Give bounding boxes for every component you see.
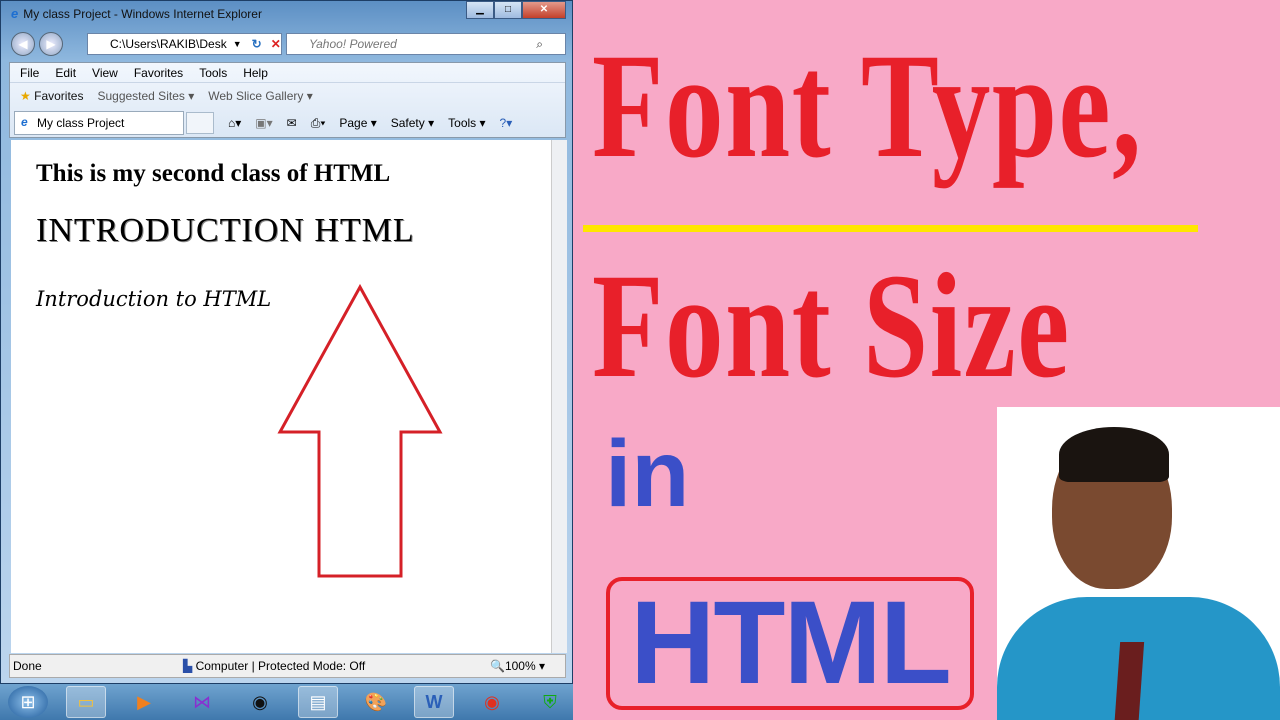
presenter-photo: [997, 407, 1280, 720]
menu-tools[interactable]: Tools: [199, 66, 227, 80]
menu-view[interactable]: View: [92, 66, 118, 80]
back-button[interactable]: ◀: [11, 32, 35, 56]
thumb-title-font-type: Font Type,: [592, 23, 1143, 189]
recorder-icon[interactable]: ◉: [472, 686, 512, 718]
web-slice-gallery[interactable]: Web Slice Gallery ▾: [208, 89, 313, 103]
menu-favorites[interactable]: Favorites: [134, 66, 183, 80]
close-button[interactable]: ✕: [522, 1, 566, 19]
ie-icon: e: [11, 6, 19, 21]
home-icon[interactable]: ⌂▾: [228, 116, 241, 130]
tab-label: My class Project: [37, 116, 125, 130]
browser-window: e My class Project - Windows Internet Exp…: [0, 0, 573, 684]
address-bar[interactable]: C:\Users\RAKIB\Desk ▼ ↻ ✕: [87, 33, 282, 55]
minimize-button[interactable]: ▁: [466, 1, 494, 19]
thumb-in: in: [605, 421, 690, 527]
search-placeholder: Yahoo! Powered: [309, 37, 397, 51]
print-icon[interactable]: ⎙▾: [311, 116, 326, 131]
media-player-icon[interactable]: ▶: [124, 686, 164, 718]
window-title: e My class Project - Windows Internet Exp…: [11, 6, 262, 21]
thumb-html: HTML: [630, 577, 952, 709]
safety-menu[interactable]: Safety ▾: [391, 116, 434, 130]
search-icon[interactable]: ⌕: [536, 34, 543, 54]
page-content: This is my second class of HTML INTRODUC…: [11, 140, 551, 653]
feeds-icon[interactable]: ▣▾: [255, 116, 272, 130]
window-title-text: My class Project - Windows Internet Expl…: [23, 6, 262, 21]
menu-edit[interactable]: Edit: [55, 66, 76, 80]
word-icon[interactable]: W: [414, 686, 454, 718]
zoom-text: 100%: [504, 659, 536, 673]
visual-studio-icon[interactable]: ⋈: [182, 686, 222, 718]
security-zone: Computer | Protected Mode: Off: [195, 659, 366, 673]
taskbar: ⊞ ▭ ▶ ⋈ ◉ ▤ 🎨 W ◉ ⛨: [0, 684, 573, 720]
page-menu[interactable]: Page ▾: [339, 116, 376, 130]
tools-menu[interactable]: Tools ▾: [448, 116, 485, 130]
maximize-button[interactable]: □: [494, 1, 522, 19]
zoom-level[interactable]: 🔍100% ▾: [490, 659, 545, 673]
menu-help[interactable]: Help: [243, 66, 268, 80]
yellow-underline: [583, 225, 1198, 232]
address-text: C:\Users\RAKIB\Desk: [110, 37, 227, 51]
explorer-icon[interactable]: ▭: [66, 686, 106, 718]
paint-icon[interactable]: 🎨: [356, 686, 396, 718]
stop-icon[interactable]: ✕: [266, 34, 286, 54]
refresh-icon[interactable]: ↻: [248, 34, 266, 54]
page-line-2: INTRODUCTION HTML: [36, 212, 415, 249]
favorites-bar: ★ Favorites Suggested Sites ▾ Web Slice …: [10, 83, 565, 109]
star-icon: ★: [20, 89, 31, 103]
start-button[interactable]: ⊞: [8, 686, 48, 718]
status-bar: Done ▙ Computer | Protected Mode: Off 🔍1…: [9, 654, 566, 678]
shield-icon[interactable]: ⛨: [530, 686, 570, 718]
up-arrow-icon: [277, 284, 443, 578]
computer-icon: ▙: [183, 659, 193, 673]
vertical-scrollbar[interactable]: [551, 140, 567, 653]
notepad-icon[interactable]: ▤: [298, 686, 338, 718]
page-line-3: Introduction to HTML: [36, 287, 272, 311]
new-tab-button[interactable]: [186, 112, 214, 134]
camtasia-icon[interactable]: ◉: [240, 686, 280, 718]
menu-file[interactable]: File: [20, 66, 39, 80]
tab-my-class-project[interactable]: My class Project: [14, 111, 184, 135]
favorites-label: Favorites: [34, 89, 84, 103]
page-line-1: This is my second class of HTML: [36, 160, 391, 187]
suggested-sites[interactable]: Suggested Sites ▾: [97, 89, 194, 103]
favorites-button[interactable]: ★ Favorites: [20, 89, 83, 103]
help-icon[interactable]: ?▾: [500, 116, 513, 130]
thumb-title-font-size: Font Size: [592, 243, 1071, 409]
status-text: Done: [13, 659, 42, 673]
forward-button[interactable]: ▶: [39, 32, 63, 56]
menu-bar: File Edit View Favorites Tools Help: [10, 63, 565, 83]
mail-icon[interactable]: ✉: [287, 116, 297, 130]
search-input[interactable]: Yahoo! Powered ⌕: [286, 33, 566, 55]
thumb-html-box: HTML: [606, 577, 974, 710]
